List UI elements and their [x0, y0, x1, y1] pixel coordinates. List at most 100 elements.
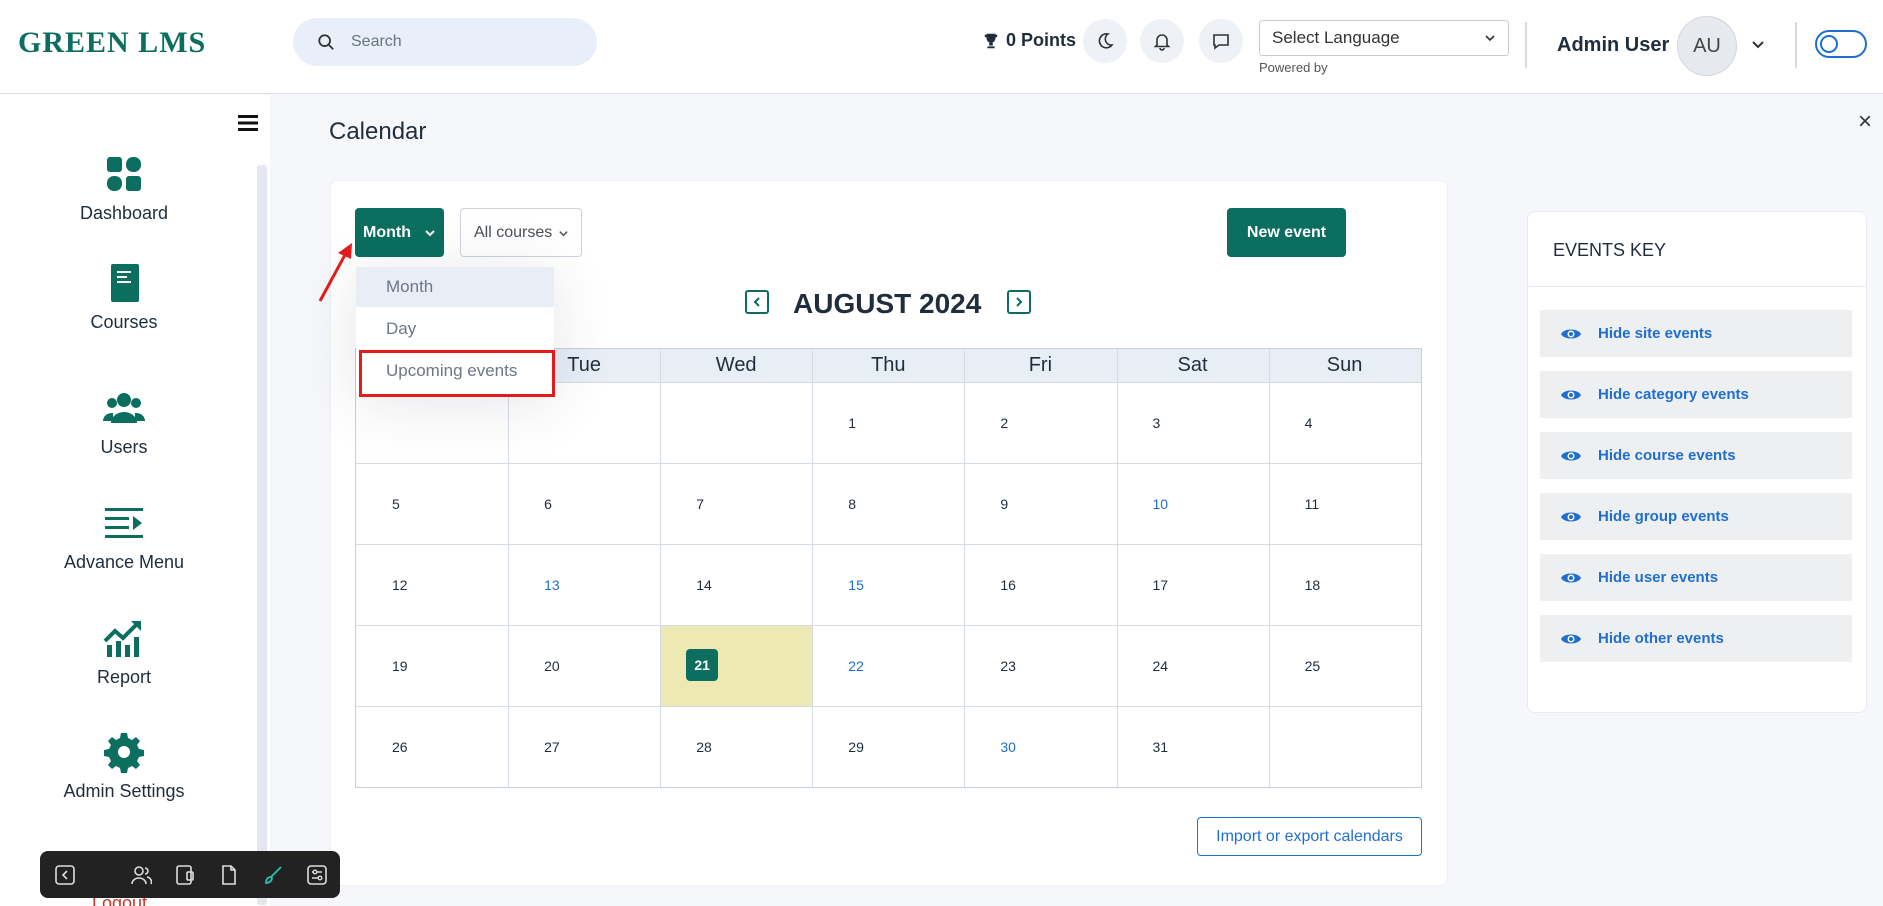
search-bar[interactable]	[293, 18, 597, 66]
today-badge[interactable]: 21	[686, 649, 719, 681]
events-key-item[interactable]: Hide category events	[1540, 371, 1852, 418]
day-link[interactable]: 10	[1153, 496, 1169, 512]
sidebar-scrollbar[interactable]	[257, 165, 267, 905]
calendar-day-cell[interactable]: 31	[1117, 706, 1269, 787]
avatar[interactable]: AU	[1677, 16, 1737, 76]
calendar-day-cell[interactable]: 21	[660, 625, 813, 706]
calendar-day-cell[interactable]: 18	[1269, 544, 1421, 625]
day-number: 2	[1000, 415, 1009, 431]
sidebar-item-report[interactable]: Report	[44, 617, 204, 688]
tablet-icon[interactable]	[174, 864, 196, 886]
course-filter-button[interactable]: All courses	[460, 208, 582, 257]
events-key-item[interactable]: Hide course events	[1540, 432, 1852, 479]
chat-icon	[1213, 34, 1229, 50]
sidebar-item-users[interactable]: Users	[44, 387, 204, 458]
dark-mode-button[interactable]	[1083, 19, 1127, 63]
events-key-panel: EVENTS KEY Hide site events Hide category…	[1527, 211, 1867, 713]
chevron-down-icon[interactable]	[1750, 36, 1766, 52]
events-key-item[interactable]: Hide group events	[1540, 493, 1852, 540]
eye-icon	[1561, 329, 1581, 338]
calendar-day-cell[interactable]: 8	[812, 463, 964, 544]
day-link[interactable]: 13	[544, 577, 560, 593]
calendar-day-cell[interactable]: 24	[1117, 625, 1269, 706]
close-icon[interactable]: ×	[1858, 108, 1872, 136]
day-link[interactable]: 15	[848, 577, 864, 593]
next-month-button[interactable]	[1007, 290, 1031, 314]
calendar-day-cell[interactable]: 1	[812, 382, 964, 463]
calendar-day-cell[interactable]: 30	[964, 706, 1116, 787]
chevron-right-icon	[1016, 297, 1023, 307]
logo[interactable]: GREEN LMS	[18, 26, 206, 60]
users-icon[interactable]	[130, 864, 152, 886]
calendar-day-cell[interactable]: 12	[356, 544, 508, 625]
calendar-day-cell[interactable]: 3	[1117, 382, 1269, 463]
file-icon[interactable]	[218, 864, 240, 886]
notifications-button[interactable]	[1140, 19, 1184, 63]
collapse-icon[interactable]	[54, 864, 76, 886]
calendar-day-cell[interactable]: 11	[1269, 463, 1421, 544]
sidebar-item-advance-menu[interactable]: Advance Menu	[44, 502, 204, 573]
calendar-day-cell[interactable]: 29	[812, 706, 964, 787]
calendar-day-cell[interactable]: 17	[1117, 544, 1269, 625]
new-event-button[interactable]: New event	[1227, 208, 1346, 257]
calendar-day-cell[interactable]: 9	[964, 463, 1116, 544]
calendar-day-cell[interactable]: 22	[812, 625, 964, 706]
calendar-day-cell[interactable]: 7	[660, 463, 812, 544]
calendar-day-cell[interactable]: 13	[508, 544, 660, 625]
events-key-item[interactable]: Hide user events	[1540, 554, 1852, 601]
trophy-icon	[984, 33, 998, 48]
day-number: 20	[544, 658, 560, 674]
powered-by-label: Powered by	[1259, 60, 1328, 75]
calendar-day-cell[interactable]: 25	[1269, 625, 1421, 706]
calendar-day-cell[interactable]: 23	[964, 625, 1116, 706]
day-number: 28	[696, 739, 712, 755]
hamburger-icon[interactable]	[238, 114, 258, 132]
calendar-day-cell[interactable]: 28	[660, 706, 812, 787]
calendar-day-cell[interactable]: 15	[812, 544, 964, 625]
calendar-day-cell[interactable]: 16	[964, 544, 1116, 625]
month-navigation: AUGUST 2024	[745, 288, 1045, 320]
calendar-day-cell[interactable]: 19	[356, 625, 508, 706]
calendar-day-cell[interactable]: 10	[1117, 463, 1269, 544]
calendar-day-cell[interactable]: 20	[508, 625, 660, 706]
messages-button[interactable]	[1199, 19, 1243, 63]
prev-month-button[interactable]	[745, 290, 769, 314]
day-link[interactable]: 22	[848, 658, 864, 674]
language-select[interactable]: Select Language	[1259, 20, 1509, 56]
settings-sliders-icon[interactable]	[306, 864, 328, 886]
calendar-day-cell[interactable]: 27	[508, 706, 660, 787]
calendar-day-cell[interactable]: 26	[356, 706, 508, 787]
points-display[interactable]: 0 Points	[982, 30, 1076, 51]
day-number: 4	[1304, 415, 1313, 431]
weekday-header: Thu	[871, 354, 906, 376]
calendar-day-cell[interactable]: 14	[660, 544, 812, 625]
sidebar-item-admin-settings[interactable]: Admin Settings	[44, 731, 204, 802]
sidebar-item-courses[interactable]: Courses	[44, 262, 204, 333]
grid-line	[356, 544, 1421, 545]
menu-item-day[interactable]: Day	[356, 309, 554, 349]
calendar-day-cell[interactable]: 2	[964, 382, 1116, 463]
language-select-value: Select Language	[1272, 28, 1400, 47]
sidebar-item-dashboard[interactable]: Dashboard	[44, 153, 204, 224]
page-title: Calendar	[329, 118, 427, 145]
day-number: 16	[1000, 577, 1016, 593]
grid-line	[1116, 349, 1118, 787]
theme-toggle[interactable]	[1815, 30, 1867, 58]
calendar-day-cell	[1269, 706, 1421, 787]
brush-icon[interactable]	[262, 864, 284, 886]
day-number: 26	[392, 739, 408, 755]
import-export-button[interactable]: Import or export calendars	[1197, 817, 1422, 856]
view-select-button[interactable]: Month	[355, 208, 444, 257]
calendar-day-cell[interactable]: 4	[1269, 382, 1421, 463]
month-label: AUGUST 2024	[793, 288, 982, 319]
calendar-day-cell[interactable]: 5	[356, 463, 508, 544]
events-key-item[interactable]: Hide site events	[1540, 310, 1852, 357]
search-input[interactable]	[351, 33, 571, 51]
calendar-day-cell[interactable]: 6	[508, 463, 660, 544]
menu-item-month[interactable]: Month	[356, 267, 554, 307]
divider	[1528, 286, 1866, 287]
day-link[interactable]: 30	[1000, 739, 1016, 755]
events-key-item[interactable]: Hide other events	[1540, 615, 1852, 662]
day-number: 1	[848, 415, 857, 431]
floating-toolbar	[40, 851, 340, 898]
